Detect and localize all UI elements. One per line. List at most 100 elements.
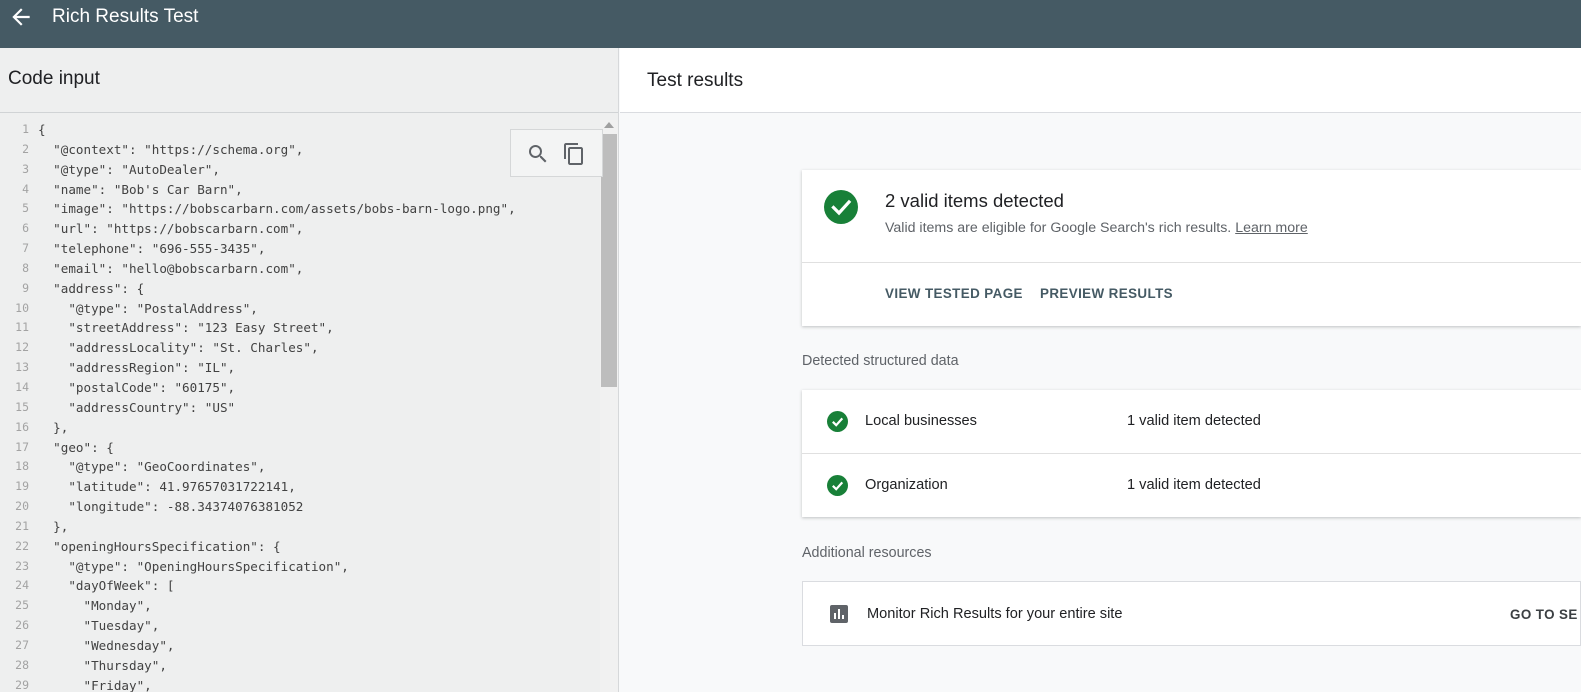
line-number: 10 xyxy=(15,300,29,315)
valid-check-icon xyxy=(827,411,848,432)
scroll-up-arrow-icon[interactable] xyxy=(604,122,614,128)
code-line: 24 "dayOfWeek": [ xyxy=(0,576,600,596)
code-text: "Tuesday", xyxy=(38,618,160,634)
code-text: "postalCode": "60175", xyxy=(38,379,236,395)
line-number: 23 xyxy=(15,558,29,573)
line-number: 22 xyxy=(15,538,29,553)
code-line: 10 "@type": "PostalAddress", xyxy=(0,299,600,319)
line-number: 16 xyxy=(15,419,29,434)
line-number: 19 xyxy=(15,479,29,494)
code-line: 9 "address": { xyxy=(0,279,600,299)
line-number: 18 xyxy=(15,459,29,474)
code-text: }, xyxy=(38,419,69,435)
detected-item-name: Local businesses xyxy=(865,413,977,429)
detected-item-status: 1 valid item detected xyxy=(1127,413,1261,429)
code-text: { xyxy=(38,122,46,137)
line-number: 28 xyxy=(15,657,29,672)
resource-item-monitor-rich-results[interactable]: Monitor Rich Results for your entire sit… xyxy=(802,581,1581,646)
code-line: 7 "telephone": "696-555-3435", xyxy=(0,239,600,259)
line-number: 8 xyxy=(22,260,29,275)
go-to-search-console-button[interactable]: GO TO SE xyxy=(1510,607,1578,622)
code-text: "longitude": -88.34374076381052 xyxy=(38,499,304,515)
resource-label: Monitor Rich Results for your entire sit… xyxy=(867,606,1123,622)
code-text: "addressCountry": "US" xyxy=(38,399,236,415)
detected-items-card: Local businesses 1 valid item detected O… xyxy=(802,390,1581,517)
code-line: 17 "geo": { xyxy=(0,438,600,458)
code-text: "@context": "https://schema.org", xyxy=(38,141,304,157)
line-number: 25 xyxy=(15,598,29,613)
line-number: 27 xyxy=(15,637,29,652)
valid-check-icon xyxy=(827,475,848,496)
code-input-title: Code input xyxy=(8,68,100,89)
code-text: "Wednesday", xyxy=(38,637,175,653)
code-line: 13 "addressRegion": "IL", xyxy=(0,358,600,378)
code-text: "@type": "OpeningHoursSpecification", xyxy=(38,558,349,574)
code-line: 15 "addressCountry": "US" xyxy=(0,398,600,418)
back-arrow-icon[interactable] xyxy=(8,4,34,30)
code-text: "streetAddress": "123 Easy Street", xyxy=(38,320,334,336)
code-text: "name": "Bob's Car Barn", xyxy=(38,181,243,197)
line-number: 26 xyxy=(15,618,29,633)
code-line: 12 "addressLocality": "St. Charles", xyxy=(0,338,600,358)
code-line: 8 "email": "hello@bobscarbarn.com", xyxy=(0,259,600,279)
test-results-title: Test results xyxy=(647,70,744,91)
code-text: "addressLocality": "St. Charles", xyxy=(38,340,319,356)
code-line: 5 "image": "https://bobscarbarn.com/asse… xyxy=(0,199,600,219)
app-bar: Rich Results Test xyxy=(0,0,1581,48)
copy-icon[interactable] xyxy=(562,142,586,166)
additional-resources-label: Additional resources xyxy=(802,545,932,561)
code-line: 6 "url": "https://bobscarbarn.com", xyxy=(0,219,600,239)
line-number: 24 xyxy=(15,578,29,593)
code-text: "address": { xyxy=(38,280,145,296)
code-line: 21 }, xyxy=(0,517,600,537)
code-line: 16 }, xyxy=(0,418,600,438)
line-number: 29 xyxy=(15,677,29,692)
code-editor[interactable]: 1 {2 "@context": "https://schema.org", 3 "… xyxy=(0,120,600,692)
code-line: 27 "Wednesday", xyxy=(0,636,600,656)
summary-card: 2 valid items detected Valid items are e… xyxy=(802,170,1581,326)
detected-item-local-businesses[interactable]: Local businesses 1 valid item detected xyxy=(802,390,1581,453)
test-results-header: Test results xyxy=(620,48,1581,113)
scrollbar-thumb[interactable] xyxy=(601,134,617,387)
code-text: "addressRegion": "IL", xyxy=(38,360,236,376)
code-line: 20 "longitude": -88.34374076381052 xyxy=(0,497,600,517)
view-tested-page-button[interactable]: VIEW TESTED PAGE xyxy=(885,286,1023,301)
code-line: 25 "Monday", xyxy=(0,596,600,616)
code-text: "email": "hello@bobscarbarn.com", xyxy=(38,260,304,276)
code-line: 26 "Tuesday", xyxy=(0,616,600,636)
line-number: 2 xyxy=(22,141,29,156)
learn-more-link[interactable]: Learn more xyxy=(1235,220,1308,236)
code-text: "latitude": 41.97657031722141, xyxy=(38,479,296,495)
code-line: 19 "latitude": 41.97657031722141, xyxy=(0,477,600,497)
app-title: Rich Results Test xyxy=(52,6,199,27)
code-text: "Monday", xyxy=(38,598,152,614)
code-tools xyxy=(510,129,603,177)
summary-title: 2 valid items detected xyxy=(885,190,1064,211)
search-icon[interactable] xyxy=(526,142,550,166)
detected-item-status: 1 valid item detected xyxy=(1127,477,1261,493)
line-number: 4 xyxy=(22,181,29,196)
line-number: 5 xyxy=(22,201,29,216)
code-text: "Friday", xyxy=(38,677,152,692)
detected-item-name: Organization xyxy=(865,477,948,493)
code-text: }, xyxy=(38,518,69,534)
code-text: "image": "https://bobscarbarn.com/assets… xyxy=(38,201,516,217)
code-line: 28 "Thursday", xyxy=(0,656,600,676)
code-text: "@type": "AutoDealer", xyxy=(38,161,220,177)
line-number: 20 xyxy=(15,499,29,514)
valid-check-icon xyxy=(824,190,858,224)
line-number: 12 xyxy=(15,340,29,355)
line-number: 3 xyxy=(22,161,29,176)
code-text: "@type": "PostalAddress", xyxy=(38,300,258,316)
line-number: 14 xyxy=(15,379,29,394)
line-number: 7 xyxy=(22,241,29,256)
line-number: 21 xyxy=(15,518,29,533)
detected-item-organization[interactable]: Organization 1 valid item detected xyxy=(802,454,1581,517)
code-line: 18 "@type": "GeoCoordinates", xyxy=(0,457,600,477)
code-text: "Thursday", xyxy=(38,657,167,673)
bar-chart-icon xyxy=(830,605,848,623)
line-number: 13 xyxy=(15,360,29,375)
line-number: 17 xyxy=(15,439,29,454)
preview-results-button[interactable]: PREVIEW RESULTS xyxy=(1040,286,1173,301)
code-scrollbar[interactable] xyxy=(600,120,618,692)
